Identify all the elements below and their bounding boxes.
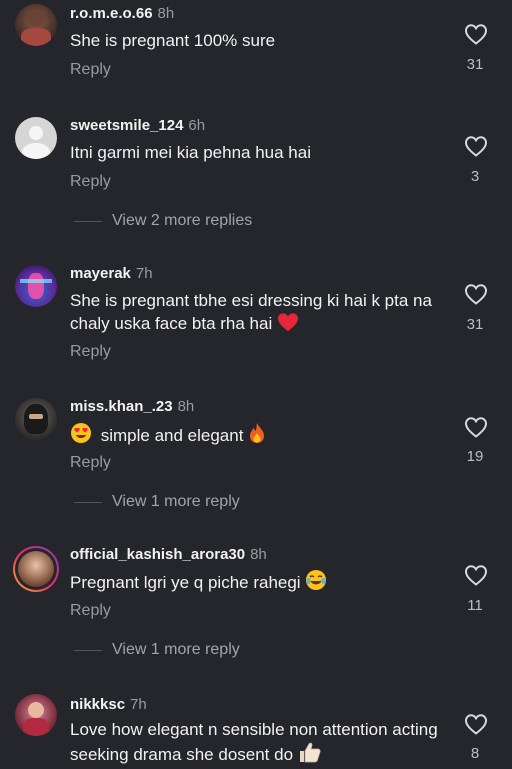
username[interactable]: r.o.m.e.o.66	[70, 5, 153, 22]
comment-item: miss.khan_.23 8h simple and elegant Reply…	[0, 388, 512, 528]
heart-icon[interactable]	[464, 283, 488, 305]
heart-icon[interactable]	[464, 713, 488, 735]
reply-button[interactable]: Reply	[70, 454, 111, 472]
comment-header: mayerak 7h	[70, 265, 153, 282]
comment-header: r.o.m.e.o.66 8h	[70, 5, 174, 22]
view-replies[interactable]: View 1 more reply	[0, 491, 512, 515]
comment-header: miss.khan_.23 8h	[70, 398, 194, 415]
like-count: 3	[470, 168, 480, 185]
timestamp: 7h	[130, 696, 147, 713]
reply-button[interactable]: Reply	[70, 61, 111, 79]
comment-header: sweetsmile_124 6h	[70, 117, 205, 134]
timestamp: 6h	[188, 117, 206, 134]
view-more-replies-button[interactable]: View 1 more reply	[112, 641, 240, 659]
avatar[interactable]	[15, 4, 57, 46]
reply-button[interactable]: Reply	[70, 343, 111, 361]
comment-text: Love how elegant n sensible non attentio…	[70, 718, 440, 769]
username[interactable]: official_kashish_arora30	[70, 546, 245, 563]
comment-item: sweetsmile_124 6h Itni garmi mei kia pehn…	[0, 105, 512, 245]
divider	[74, 650, 102, 651]
reply-button[interactable]: Reply	[70, 602, 111, 620]
avatar[interactable]	[15, 265, 57, 307]
view-more-replies-button[interactable]: View 1 more reply	[112, 493, 240, 511]
divider	[74, 502, 102, 503]
username[interactable]: nikkksc	[70, 696, 125, 713]
comment-text: Pregnant lgri ye q piche rahegi	[70, 569, 440, 597]
view-more-replies-button[interactable]: View 2 more replies	[112, 212, 252, 230]
view-replies[interactable]: View 1 more reply	[0, 639, 512, 663]
comment-text: Itni garmi mei kia pehna hua hai	[70, 143, 311, 162]
username[interactable]: miss.khan_.23	[70, 398, 173, 415]
like-count: 11	[467, 597, 483, 614]
avatar[interactable]	[15, 398, 57, 440]
like-count: 31	[466, 316, 484, 333]
divider	[74, 221, 102, 222]
like-count: 31	[466, 56, 484, 73]
heart-icon[interactable]	[464, 564, 488, 586]
tears-of-joy-emoji	[305, 569, 327, 597]
thumbs-up-emoji	[298, 741, 322, 769]
comment-item: r.o.m.e.o.66 8h She is pregnant 100% sure…	[0, 0, 512, 100]
red-heart-emoji	[277, 312, 299, 338]
comment-text: She is pregnant 100% sure	[70, 31, 276, 50]
comment-text: simple and elegant	[70, 422, 440, 450]
avatar[interactable]	[13, 546, 59, 592]
like-count: 19	[466, 448, 484, 465]
heart-icon[interactable]	[464, 135, 488, 157]
heart-icon[interactable]	[464, 23, 488, 45]
timestamp: 8h	[250, 546, 267, 563]
comment-item: nikkksc 7h Love how elegant n sensible no…	[0, 686, 512, 769]
heart-eyes-emoji	[70, 422, 92, 450]
comment-header: official_kashish_arora30 8h	[70, 546, 267, 563]
avatar[interactable]	[15, 117, 57, 159]
reply-button[interactable]: Reply	[70, 173, 111, 191]
comment-item: mayerak 7h She is pregnant tbhe esi dress…	[0, 255, 512, 375]
timestamp: 8h	[157, 5, 175, 22]
avatar[interactable]	[15, 694, 57, 736]
heart-icon[interactable]	[464, 416, 488, 438]
timestamp: 8h	[177, 398, 195, 415]
comment-item: official_kashish_arora30 8h Pregnant lgri…	[0, 536, 512, 676]
view-replies[interactable]: View 2 more replies	[0, 210, 512, 234]
fire-emoji	[248, 422, 266, 450]
comment-header: nikkksc 7h	[70, 696, 147, 713]
username[interactable]: sweetsmile_124	[70, 117, 183, 134]
comment-text: She is pregnant tbhe esi dressing ki hai…	[70, 289, 440, 338]
username[interactable]: mayerak	[70, 265, 131, 282]
timestamp: 7h	[135, 265, 153, 282]
like-count: 8	[470, 745, 480, 762]
